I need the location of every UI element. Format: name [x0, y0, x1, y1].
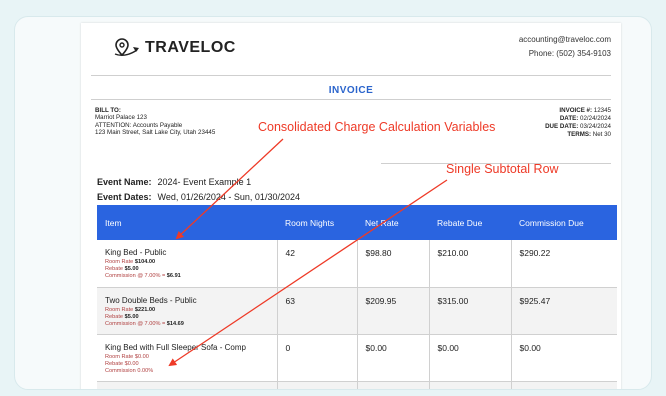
logo-text: TRAVELOC [145, 39, 236, 56]
table-header-row: Item Room Nights Net Rate Rebate Due Com… [97, 205, 617, 240]
event-name: 2024- Event Example 1 [157, 177, 252, 187]
subtotal-commission-due: $1,215.69 [511, 381, 617, 389]
event-dates: Wed, 01/26/2024 - Sun, 01/30/2024 [157, 192, 300, 202]
header-rebate-due: Rebate Due [429, 205, 511, 240]
commission-due-cell: $925.47 [511, 287, 617, 335]
header-item: Item [97, 205, 277, 240]
table-row: King Bed with Full Sleeper Sofa - Comp R… [97, 334, 617, 382]
bill-to-line: 123 Main Street, Salt Lake City, Utah 23… [95, 129, 216, 137]
invoice-number: 12345 [593, 107, 611, 114]
terms: Net 30 [592, 131, 611, 138]
item-cell: King Bed - Public Room Rate $104.00 Reba… [97, 240, 278, 288]
bill-to-block: BILL TO: Marriot Palace 123 ATTENTION: A… [95, 107, 215, 137]
room-nights-cell: 0 [277, 334, 358, 382]
rebate-due-cell: $210.00 [429, 240, 512, 288]
room-nights-cell: 42 [277, 240, 358, 288]
invoice-number-label: INVOICE #: [559, 107, 593, 114]
subtotal-room-nights: 105 [277, 381, 358, 389]
contact-phone: Phone: (502) 354-9103 [528, 49, 611, 58]
rebate-due-cell: $0.00 [429, 334, 512, 382]
net-rate-cell: $0.00 [357, 334, 430, 382]
annotation-subtotal-row: Single Subtotal Row [446, 162, 559, 176]
item-name: King Bed - Public [105, 248, 167, 257]
event-info: Event Name: 2024- Event Example 1 Event D… [97, 175, 300, 205]
rebate-line: Rebate $5.00 [105, 266, 139, 272]
invoice-title: INVOICE [328, 85, 374, 96]
header-net-rate: Net Rate [357, 205, 429, 240]
divider [91, 99, 611, 100]
table-row: King Bed - Public Room Rate $104.00 Reba… [97, 240, 617, 288]
contact-info: accounting@traveloc.com Phone: (502) 354… [519, 33, 611, 61]
table-row: Two Double Beds - Public Room Rate $221.… [97, 287, 617, 335]
bill-to-line: ATTENTION: Accounts Payable [95, 121, 183, 129]
room-nights-cell: 63 [277, 287, 358, 335]
net-rate-cell: $209.95 [357, 287, 430, 335]
net-rate-cell: $98.80 [357, 240, 430, 288]
subtotal-net-rate [357, 381, 430, 389]
invoice-meta: INVOICE #: 12345 DATE: 02/24/2024 DUE DA… [545, 107, 611, 139]
traveloc-logo: TRAVELOC [113, 37, 236, 59]
commission-line: Commission @ 7.00% = $14.69 [105, 320, 184, 327]
header-room-nights: Room Nights [277, 205, 357, 240]
item-name: Two Double Beds - Public [105, 295, 197, 305]
subtotal-rebate-due: $525.00 [429, 381, 512, 389]
commission-due-cell: $0.00 [511, 334, 617, 382]
invoice-document: TRAVELOC accounting@traveloc.com Phone: … [81, 23, 621, 389]
subtotal-row: Subtotal 105 $525.00 $1,215.69 [97, 381, 617, 389]
commission-line: Commission 0.00% [105, 367, 154, 374]
rebate-line: Rebate $5.00 [105, 313, 139, 320]
due-date: 03/24/2024 [580, 123, 611, 130]
room-rate-line: Room Rate $221.00 [105, 306, 156, 313]
event-name-label: Event Name: [97, 177, 152, 187]
due-date-label: DUE DATE: [545, 123, 579, 130]
room-rate-line: Room Rate $104.00 [105, 259, 156, 265]
date-label: DATE: [559, 115, 579, 122]
contact-email: accounting@traveloc.com [518, 35, 611, 44]
rebate-due-cell: $315.00 [429, 287, 512, 335]
item-cell: King Bed with Full Sleeper Sofa - Comp R… [97, 334, 278, 382]
item-name: King Bed with Full Sleeper Sofa - Comp [105, 342, 246, 352]
bill-to-line: Marriot Palace 123 [95, 114, 147, 122]
rebate-line: Rebate $0.00 [105, 360, 139, 367]
commission-line: Commission @ 7.00% = $6.91 [105, 273, 181, 279]
invoice-table: Item Room Nights Net Rate Rebate Due Com… [97, 205, 617, 389]
header-commission-due: Commission Due [511, 205, 617, 240]
item-cell: Two Double Beds - Public Room Rate $221.… [97, 287, 278, 335]
divider [91, 75, 611, 76]
commission-due-cell: $290.22 [511, 240, 617, 288]
event-dates-label: Event Dates: [97, 192, 152, 202]
location-pin-plane-icon [114, 38, 139, 57]
bill-to-label: BILL TO: [95, 107, 121, 114]
room-rate-line: Room Rate $0.00 [105, 353, 149, 360]
annotation-calculation-variables: Consolidated Charge Calculation Variable… [258, 120, 496, 134]
screenshot-frame: TRAVELOC accounting@traveloc.com Phone: … [14, 16, 652, 390]
subtotal-label: Subtotal [97, 381, 278, 389]
terms-label: TERMS: [567, 131, 592, 138]
invoice-date: 02/24/2024 [580, 115, 611, 122]
